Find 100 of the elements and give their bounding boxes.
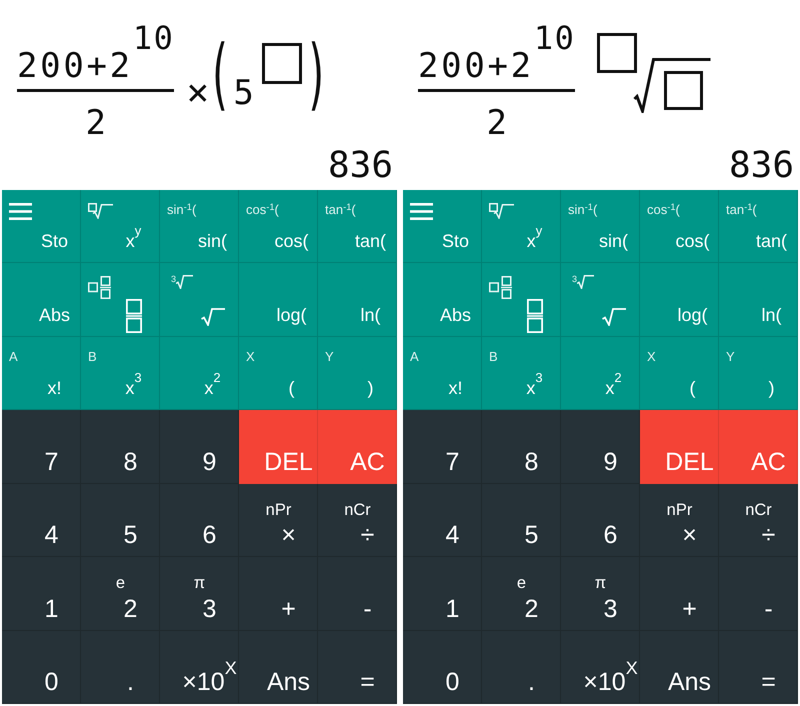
exponent-text: 10	[132, 22, 174, 54]
function-key[interactable]	[81, 263, 160, 337]
keypad-key[interactable]: 1	[403, 557, 482, 631]
shift-function-label: B	[88, 348, 97, 364]
function-key[interactable]: B x$^{3}$	[482, 336, 561, 410]
function-key[interactable]: Abs	[403, 263, 482, 337]
keypad-key[interactable]: ×10$^{X}$	[561, 630, 640, 704]
function-key[interactable]: ln(	[318, 263, 397, 337]
function-key[interactable]: Sto	[403, 190, 482, 264]
denominator-text: 2	[85, 106, 106, 140]
shift-function-label: cos$^{-1}$(	[246, 202, 279, 217]
function-key[interactable]: Abs	[2, 263, 81, 337]
keypad-key[interactable]: π 3	[561, 557, 640, 631]
clear-key[interactable]: DEL	[640, 410, 719, 484]
shift-function-label: tan$^{-1}$(	[325, 202, 356, 217]
function-key[interactable]: log(	[640, 263, 719, 337]
root-index-label: 3	[572, 275, 578, 284]
keypad-key[interactable]: 9	[160, 410, 239, 484]
numerator-text: 200+2	[418, 49, 534, 83]
keypad-key[interactable]: +	[239, 557, 318, 631]
shift-function-label: tan$^{-1}$(	[726, 202, 757, 217]
function-key[interactable]	[482, 263, 561, 337]
fraction-icon	[126, 299, 142, 334]
radical-icon	[176, 275, 194, 290]
keypad-key[interactable]: -	[719, 557, 798, 631]
function-key[interactable]: log(	[239, 263, 318, 337]
exponent-text: 10	[534, 22, 576, 54]
parenthesis: (	[207, 36, 232, 114]
shift-function-label: nPr	[266, 500, 292, 520]
keypad-key[interactable]: Ans	[239, 630, 318, 704]
clear-key[interactable]: AC	[318, 410, 397, 484]
base-number: 5	[233, 76, 254, 110]
function-key[interactable]: X (	[640, 336, 719, 410]
shift-function-label: e	[116, 574, 126, 594]
shift-function-label: A	[410, 348, 419, 364]
keypad-key[interactable]: .	[482, 630, 561, 704]
root-index-label: 3	[171, 275, 176, 284]
fraction-icon	[526, 299, 542, 334]
clear-key[interactable]: AC	[719, 410, 798, 484]
function-key[interactable]: ln(	[719, 263, 798, 337]
result-text: 836	[728, 146, 795, 186]
root-index-input-slot[interactable]	[597, 33, 638, 73]
function-key[interactable]: X (	[239, 336, 318, 410]
operator-symbol: ×	[186, 69, 210, 116]
function-key[interactable]: x$^{y}$	[81, 190, 160, 264]
function-key[interactable]: x$^{2}$	[160, 336, 239, 410]
numerator-text: 200+2	[17, 49, 133, 83]
root-with-box-icon	[489, 203, 514, 219]
keypad-key[interactable]: π 3	[160, 557, 239, 631]
function-key[interactable]: B x$^{3}$	[81, 336, 160, 410]
keypad-key[interactable]: Ans	[640, 630, 719, 704]
clear-key[interactable]: DEL	[239, 410, 318, 484]
keypad-key[interactable]: 7	[2, 410, 81, 484]
function-key[interactable]: cos$^{-1}$( cos(	[640, 190, 719, 264]
shift-function-label: sin$^{-1}$(	[568, 202, 598, 217]
keypad-key[interactable]: =	[719, 630, 798, 704]
shift-function-label: Y	[325, 348, 334, 364]
keypad-key[interactable]: 8	[482, 410, 561, 484]
function-key[interactable]: tan$^{-1}$( tan(	[719, 190, 798, 264]
keypad-key[interactable]: 5	[81, 484, 160, 558]
mixed-fraction-icon	[489, 276, 512, 300]
function-key[interactable]: cos$^{-1}$( cos(	[239, 190, 318, 264]
keypad-key[interactable]: 7	[403, 410, 482, 484]
exponent-input-slot[interactable]	[262, 43, 302, 84]
keypad-key[interactable]: 4	[403, 484, 482, 558]
keypad-key[interactable]: ×10$^{X}$	[160, 630, 239, 704]
shift-function-label: π	[594, 574, 606, 594]
keypad-key[interactable]: 6	[160, 484, 239, 558]
function-key[interactable]: sin$^{-1}$( sin(	[160, 190, 239, 264]
radicand-input-slot[interactable]	[664, 71, 704, 110]
function-key[interactable]: tan$^{-1}$( tan(	[318, 190, 397, 264]
keypad-key[interactable]: 0	[2, 630, 81, 704]
keypad-key[interactable]: .	[81, 630, 160, 704]
keypad-key[interactable]: nPr ×	[640, 484, 719, 558]
root-with-box-icon	[88, 203, 113, 219]
keypad-key[interactable]: 6	[561, 484, 640, 558]
function-key[interactable]: x$^{y}$	[482, 190, 561, 264]
keypad-key[interactable]: 5	[482, 484, 561, 558]
function-key[interactable]: Y )	[719, 336, 798, 410]
function-key[interactable]: A x!	[2, 336, 81, 410]
keypad-key[interactable]: +	[640, 557, 719, 631]
shift-function-label: π	[194, 574, 206, 594]
keypad-key[interactable]: 0	[403, 630, 482, 704]
keypad-key[interactable]: 8	[81, 410, 160, 484]
keypad-key[interactable]: nCr ÷	[318, 484, 397, 558]
keypad-key[interactable]: =	[318, 630, 397, 704]
keypad-key[interactable]: 1	[2, 557, 81, 631]
keypad-key[interactable]: 4	[2, 484, 81, 558]
function-key[interactable]: x$^{2}$	[561, 336, 640, 410]
keypad-key[interactable]: nPr ×	[239, 484, 318, 558]
keypad-key[interactable]: e 2	[81, 557, 160, 631]
keypad-key[interactable]: nCr ÷	[719, 484, 798, 558]
function-key[interactable]: sin$^{-1}$( sin(	[561, 190, 640, 264]
shift-function-label: cos$^{-1}$(	[647, 202, 680, 217]
function-key[interactable]: Y )	[318, 336, 397, 410]
function-key[interactable]: Sto	[2, 190, 81, 264]
keypad-key[interactable]: -	[318, 557, 397, 631]
keypad-key[interactable]: e 2	[482, 557, 561, 631]
keypad-key[interactable]: 9	[561, 410, 640, 484]
function-key[interactable]: A x!	[403, 336, 482, 410]
